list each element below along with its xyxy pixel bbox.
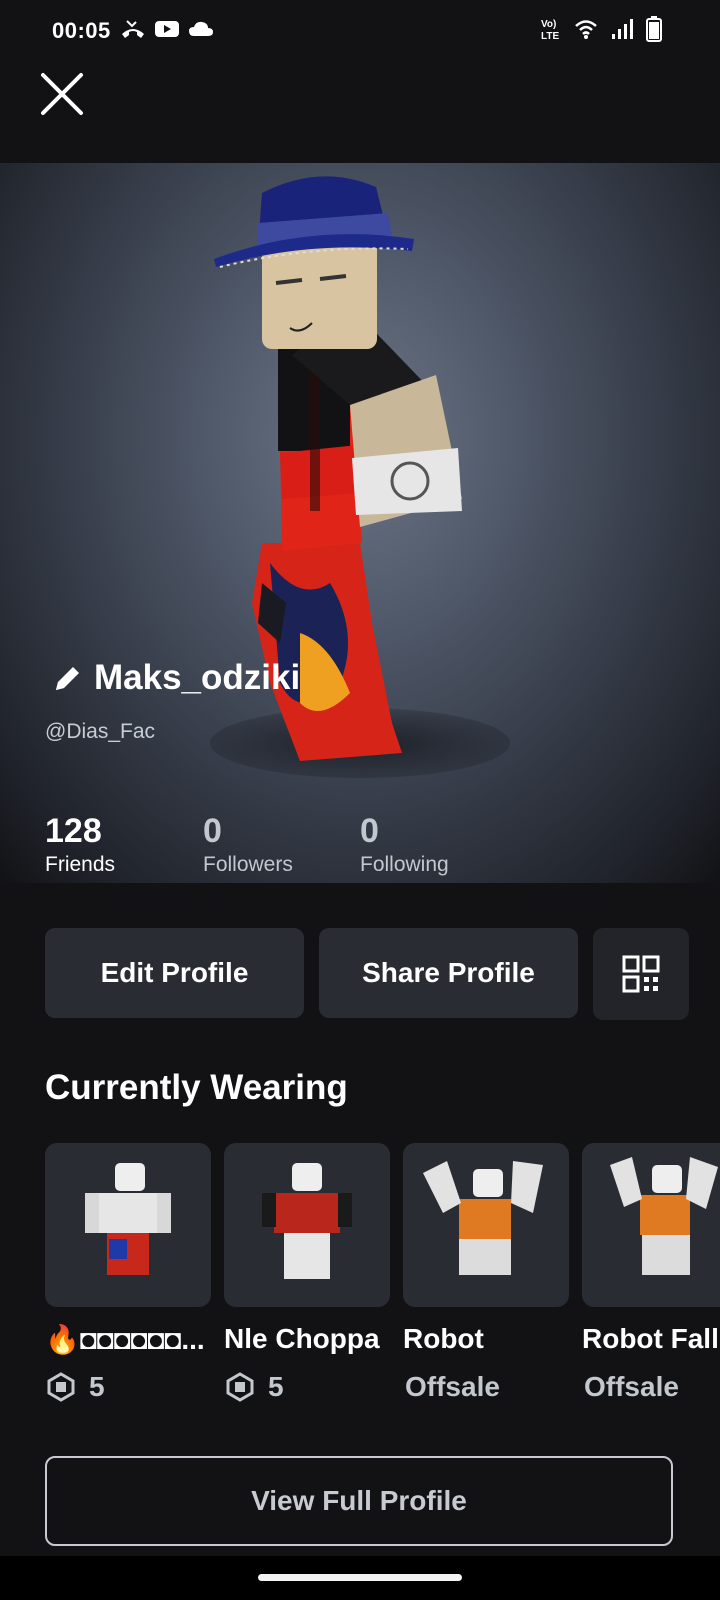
- edit-profile-button[interactable]: Edit Profile: [45, 928, 304, 1018]
- item-image: [423, 1161, 543, 1275]
- friends-label: Friends: [45, 853, 116, 876]
- item-price-row: Offsale: [405, 1371, 500, 1403]
- close-icon: [41, 73, 83, 115]
- pencil-icon[interactable]: [52, 662, 84, 694]
- item-name: Robot Fall: [582, 1323, 719, 1354]
- close-button[interactable]: [38, 70, 86, 118]
- battery-icon: [646, 16, 662, 42]
- cloud-icon: [189, 21, 213, 36]
- wearing-item[interactable]: Robot Fall Offsale: [582, 1143, 720, 1402]
- following-label: Following: [360, 853, 449, 876]
- item-thumbnail[interactable]: [403, 1143, 569, 1307]
- system-nav-bar: [0, 1556, 720, 1600]
- followers-count: 0: [203, 812, 222, 850]
- missed-call-icon: [122, 20, 144, 38]
- item-image: [262, 1163, 352, 1279]
- svg-text:LTE: LTE: [541, 31, 559, 41]
- item-price-row: 5: [226, 1371, 284, 1403]
- item-price: Offsale: [584, 1371, 679, 1402]
- home-gesture-handle[interactable]: [258, 1574, 462, 1581]
- view-full-profile-button[interactable]: View Full Profile: [45, 1456, 673, 1546]
- item-name: Robot: [403, 1323, 484, 1354]
- qr-code-button[interactable]: [593, 928, 689, 1020]
- item-price-row: Offsale: [584, 1371, 679, 1403]
- status-time: 00:05: [52, 18, 111, 43]
- robux-icon: [47, 1372, 75, 1402]
- youtube-icon: [155, 21, 179, 37]
- share-profile-button[interactable]: Share Profile: [319, 928, 578, 1018]
- stat-friends[interactable]: 128 Friends: [45, 812, 115, 880]
- item-name: 🔥◘◘◘◘◘◘...: [45, 1324, 205, 1355]
- status-right-icons: Vo) LTE: [540, 16, 662, 42]
- followers-label: Followers: [203, 853, 293, 876]
- display-name-row[interactable]: Maks_odziki: [52, 658, 300, 698]
- signal-icon: [612, 19, 633, 39]
- item-price: Offsale: [405, 1371, 500, 1402]
- item-thumbnail[interactable]: [582, 1143, 720, 1307]
- item-name: Nle Choppa: [224, 1323, 380, 1354]
- display-name: Maks_odziki: [94, 658, 301, 697]
- stat-following[interactable]: 0 Following: [360, 812, 449, 880]
- item-price: 5: [89, 1371, 105, 1402]
- wearing-item[interactable]: Robot Offsale: [403, 1143, 569, 1402]
- wearing-item[interactable]: Nle Choppa 5: [224, 1143, 390, 1402]
- stat-followers[interactable]: 0 Followers: [203, 812, 293, 880]
- volte-icon: Vo) LTE: [541, 19, 559, 41]
- qr-code-icon: [622, 955, 660, 993]
- item-image: [610, 1157, 718, 1275]
- item-thumbnail[interactable]: [224, 1143, 390, 1307]
- avatar-hero: [0, 163, 720, 883]
- item-thumbnail[interactable]: [45, 1143, 211, 1307]
- wifi-icon: [575, 20, 597, 39]
- username: @Dias_Fac: [45, 720, 156, 743]
- wearing-item[interactable]: 🔥◘◘◘◘◘◘... 5: [45, 1143, 211, 1402]
- following-count: 0: [360, 812, 379, 850]
- robux-icon: [226, 1372, 254, 1402]
- status-left-icons: [120, 18, 214, 40]
- item-price-row: 5: [47, 1371, 105, 1403]
- svg-text:Vo): Vo): [541, 19, 556, 30]
- status-bar: 00:05 Vo) LTE: [0, 0, 720, 62]
- item-price: 5: [268, 1371, 284, 1402]
- currently-wearing-title: Currently Wearing: [45, 1068, 348, 1107]
- avatar-image: [214, 176, 462, 761]
- friends-count: 128: [45, 812, 102, 850]
- item-image: [85, 1163, 171, 1275]
